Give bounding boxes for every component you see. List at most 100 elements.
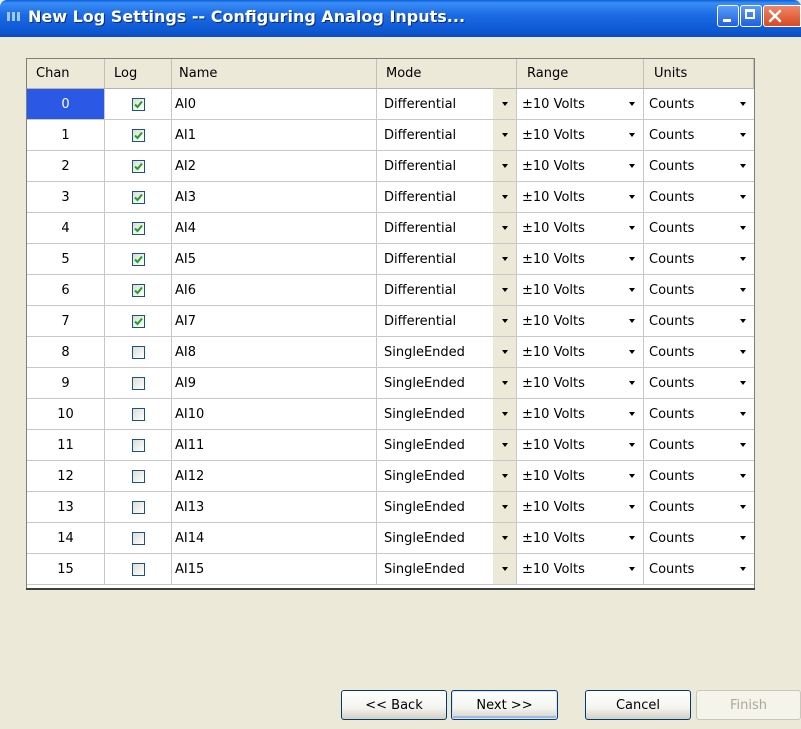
units-select[interactable]: Counts [644,89,754,119]
range-dropdown-button[interactable] [620,306,643,336]
mode-dropdown-button[interactable] [493,492,516,522]
range-select[interactable]: ±10 Volts [517,554,644,584]
range-dropdown-button[interactable] [620,337,643,367]
range-select[interactable]: ±10 Volts [517,430,644,460]
table-row[interactable]: 12 AI12 SingleEnded ±10 Volts Counts [27,461,754,492]
range-dropdown-button[interactable] [620,554,643,584]
units-dropdown-button[interactable] [731,337,754,367]
range-select[interactable]: ±10 Volts [517,213,644,243]
mode-select[interactable]: Differential [377,182,517,212]
chan-cell[interactable]: 5 [27,244,105,274]
units-dropdown-button[interactable] [731,399,754,429]
units-dropdown-button[interactable] [731,120,754,150]
range-dropdown-button[interactable] [620,182,643,212]
table-row[interactable]: 3 AI3 Differential ±10 Volts Counts [27,182,754,213]
chan-cell[interactable]: 6 [27,275,105,305]
log-checkbox[interactable] [131,97,145,111]
mode-select[interactable]: Differential [377,244,517,274]
units-select[interactable]: Counts [644,337,754,367]
name-cell[interactable]: AI8 [172,337,377,367]
name-cell[interactable]: AI4 [172,213,377,243]
table-row[interactable]: 6 AI6 Differential ±10 Volts Counts [27,275,754,306]
log-checkbox[interactable] [131,345,145,359]
log-checkbox[interactable] [131,469,145,483]
header-name[interactable]: Name [172,59,377,88]
units-select[interactable]: Counts [644,306,754,336]
range-dropdown-button[interactable] [620,151,643,181]
table-row[interactable]: 1 AI1 Differential ±10 Volts Counts [27,120,754,151]
range-dropdown-button[interactable] [620,89,643,119]
table-row[interactable]: 5 AI5 Differential ±10 Volts Counts [27,244,754,275]
units-dropdown-button[interactable] [731,461,754,491]
mode-select[interactable]: SingleEnded [377,554,517,584]
table-row[interactable]: 4 AI4 Differential ±10 Volts Counts [27,213,754,244]
chan-cell[interactable]: 13 [27,492,105,522]
header-range[interactable]: Range [517,59,644,88]
channel-grid[interactable]: Chan Log Name Mode Range Units 0 AI0 Diffe… [26,58,755,589]
units-select[interactable]: Counts [644,244,754,274]
units-dropdown-button[interactable] [731,368,754,398]
chan-cell[interactable]: 10 [27,399,105,429]
name-cell[interactable]: AI11 [172,430,377,460]
chan-cell[interactable]: 4 [27,213,105,243]
chan-cell[interactable]: 3 [27,182,105,212]
mode-select[interactable]: Differential [377,89,517,119]
units-dropdown-button[interactable] [731,275,754,305]
range-select[interactable]: ±10 Volts [517,244,644,274]
table-row[interactable]: 9 AI9 SingleEnded ±10 Volts Counts [27,368,754,399]
units-dropdown-button[interactable] [731,151,754,181]
table-row[interactable]: 14 AI14 SingleEnded ±10 Volts Counts [27,523,754,554]
range-select[interactable]: ±10 Volts [517,368,644,398]
chan-cell[interactable]: 0 [27,89,105,119]
log-checkbox[interactable] [131,190,145,204]
range-dropdown-button[interactable] [620,244,643,274]
name-cell[interactable]: AI6 [172,275,377,305]
name-cell[interactable]: AI9 [172,368,377,398]
name-cell[interactable]: AI13 [172,492,377,522]
range-select[interactable]: ±10 Volts [517,461,644,491]
next-button[interactable]: Next >> [451,690,558,720]
range-dropdown-button[interactable] [620,492,643,522]
table-row[interactable]: 8 AI8 SingleEnded ±10 Volts Counts [27,337,754,368]
table-row[interactable]: 10 AI10 SingleEnded ±10 Volts Counts [27,399,754,430]
log-checkbox[interactable] [131,221,145,235]
name-cell[interactable]: AI2 [172,151,377,181]
mode-select[interactable]: Differential [377,151,517,181]
mode-select[interactable]: Differential [377,306,517,336]
mode-dropdown-button[interactable] [493,89,516,119]
mode-select[interactable]: SingleEnded [377,461,517,491]
maximize-button[interactable] [740,5,762,27]
log-checkbox[interactable] [131,159,145,173]
range-select[interactable]: ±10 Volts [517,306,644,336]
units-dropdown-button[interactable] [731,430,754,460]
close-button[interactable] [763,5,801,27]
mode-select[interactable]: SingleEnded [377,523,517,553]
table-row[interactable]: 13 AI13 SingleEnded ±10 Volts Counts [27,492,754,523]
mode-dropdown-button[interactable] [493,306,516,336]
range-select[interactable]: ±10 Volts [517,89,644,119]
mode-dropdown-button[interactable] [493,244,516,274]
name-cell[interactable]: AI12 [172,461,377,491]
range-select[interactable]: ±10 Volts [517,523,644,553]
range-dropdown-button[interactable] [620,430,643,460]
name-cell[interactable]: AI1 [172,120,377,150]
header-log[interactable]: Log [105,59,172,88]
units-dropdown-button[interactable] [731,213,754,243]
chan-cell[interactable]: 12 [27,461,105,491]
units-dropdown-button[interactable] [731,244,754,274]
mode-select[interactable]: SingleEnded [377,492,517,522]
name-cell[interactable]: AI5 [172,244,377,274]
chan-cell[interactable]: 7 [27,306,105,336]
mode-select[interactable]: SingleEnded [377,337,517,367]
chan-cell[interactable]: 1 [27,120,105,150]
units-select[interactable]: Counts [644,368,754,398]
mode-select[interactable]: Differential [377,275,517,305]
log-checkbox[interactable] [131,562,145,576]
mode-dropdown-button[interactable] [493,399,516,429]
mode-dropdown-button[interactable] [493,275,516,305]
mode-dropdown-button[interactable] [493,151,516,181]
mode-select[interactable]: SingleEnded [377,399,517,429]
cancel-button[interactable]: Cancel [585,690,691,720]
name-cell[interactable]: AI14 [172,523,377,553]
range-dropdown-button[interactable] [620,461,643,491]
